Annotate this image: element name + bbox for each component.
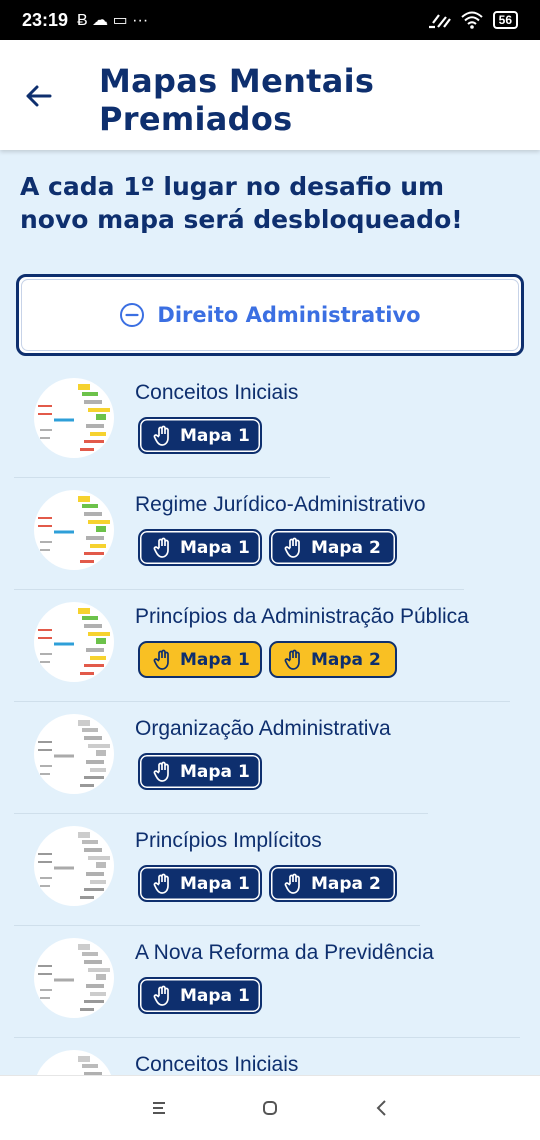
page-title: Mapas Mentais Premiados <box>99 62 375 138</box>
map-button-label: Mapa 1 <box>180 649 250 670</box>
item-title: Organização Administrativa <box>135 717 391 740</box>
section-toggle[interactable]: Direito Administrativo <box>16 274 524 356</box>
hand-pointer-icon <box>284 537 300 558</box>
list-item[interactable]: Princípios Implícitos Mapa 1 Mapa 2 <box>0 814 540 926</box>
map-button[interactable]: Mapa 2 <box>269 529 397 566</box>
section-label: Direito Administrativo <box>157 303 421 327</box>
item-title: Princípios da Administração Pública <box>135 605 469 628</box>
list-item[interactable]: Conceitos Iniciais <box>0 1038 540 1075</box>
minus-circle-icon <box>120 303 145 327</box>
list-item[interactable]: A Nova Reforma da Previdência Mapa 1 <box>0 926 540 1038</box>
list-item[interactable]: Organização Administrativa Mapa 1 <box>0 702 540 814</box>
map-button[interactable]: Mapa 2 <box>269 865 397 902</box>
hand-pointer-icon <box>284 649 300 670</box>
list-item[interactable]: Princípios da Administração Pública Mapa … <box>0 590 540 702</box>
hand-pointer-icon <box>153 425 169 446</box>
clock: 23:19 <box>22 9 69 30</box>
app-header: Mapas Mentais Premiados <box>0 40 540 150</box>
home-icon[interactable] <box>258 1096 282 1120</box>
wifi-icon <box>460 11 483 29</box>
hand-pointer-icon <box>153 873 169 894</box>
map-button[interactable]: Mapa 1 <box>138 753 262 790</box>
item-title: Princípios Implícitos <box>135 829 322 852</box>
status-right: 56 <box>427 11 518 29</box>
map-button[interactable]: Mapa 1 <box>138 865 262 902</box>
hand-pointer-icon <box>153 985 169 1006</box>
mind-map-thumbnail <box>34 378 114 458</box>
map-button-label: Mapa 1 <box>180 985 250 1006</box>
item-title: Conceitos Iniciais <box>135 1053 299 1075</box>
hand-pointer-icon <box>153 649 169 670</box>
hand-pointer-icon <box>284 873 300 894</box>
map-button[interactable]: Mapa 1 <box>138 641 262 678</box>
back-chevron-icon[interactable] <box>370 1096 394 1120</box>
menu-icon[interactable] <box>147 1096 171 1120</box>
mind-map-thumbnail <box>34 938 114 1018</box>
system-nav-bar <box>0 1075 540 1140</box>
map-button-label: Mapa 1 <box>180 425 250 446</box>
battery-icon: 56 <box>492 11 518 29</box>
arrow-left-icon <box>26 85 52 107</box>
map-button-label: Mapa 2 <box>311 873 381 894</box>
hand-pointer-icon <box>153 537 169 558</box>
map-button-label: Mapa 1 <box>180 873 250 894</box>
mind-map-thumbnail <box>34 826 114 906</box>
notification-icons: Ƀ ☁ ▭ ··· <box>77 12 149 29</box>
map-button[interactable]: Mapa 1 <box>138 417 262 454</box>
back-button[interactable] <box>20 78 56 114</box>
map-button-label: Mapa 2 <box>311 537 381 558</box>
map-button[interactable]: Mapa 2 <box>269 641 397 678</box>
mind-map-thumbnail <box>34 714 114 794</box>
status-bar: 23:19 Ƀ ☁ ▭ ··· 56 <box>0 0 540 40</box>
map-button-label: Mapa 1 <box>180 761 250 782</box>
topic-list: Conceitos Iniciais Mapa 1 Regime Jurídico-… <box>0 366 540 1075</box>
list-item[interactable]: Conceitos Iniciais Mapa 1 <box>0 366 540 478</box>
map-button-label: Mapa 1 <box>180 537 250 558</box>
mind-map-thumbnail <box>34 1050 114 1075</box>
item-title: A Nova Reforma da Previdência <box>135 941 434 964</box>
intro-text: A cada 1º lugar no desafio um novo mapa … <box>20 172 463 234</box>
mind-map-thumbnail <box>34 490 114 570</box>
item-title: Conceitos Iniciais <box>135 381 299 404</box>
map-button[interactable]: Mapa 1 <box>138 977 262 1014</box>
signal-icon <box>428 14 451 29</box>
mind-map-thumbnail <box>34 602 114 682</box>
hand-pointer-icon <box>153 761 169 782</box>
list-item[interactable]: Regime Jurídico-Administrativo Mapa 1 Mapa… <box>0 478 540 590</box>
item-title: Regime Jurídico-Administrativo <box>135 493 426 516</box>
status-left: 23:19 Ƀ ☁ ▭ ··· <box>22 10 148 31</box>
map-button[interactable]: Mapa 1 <box>138 529 262 566</box>
map-button-label: Mapa 2 <box>311 649 381 670</box>
